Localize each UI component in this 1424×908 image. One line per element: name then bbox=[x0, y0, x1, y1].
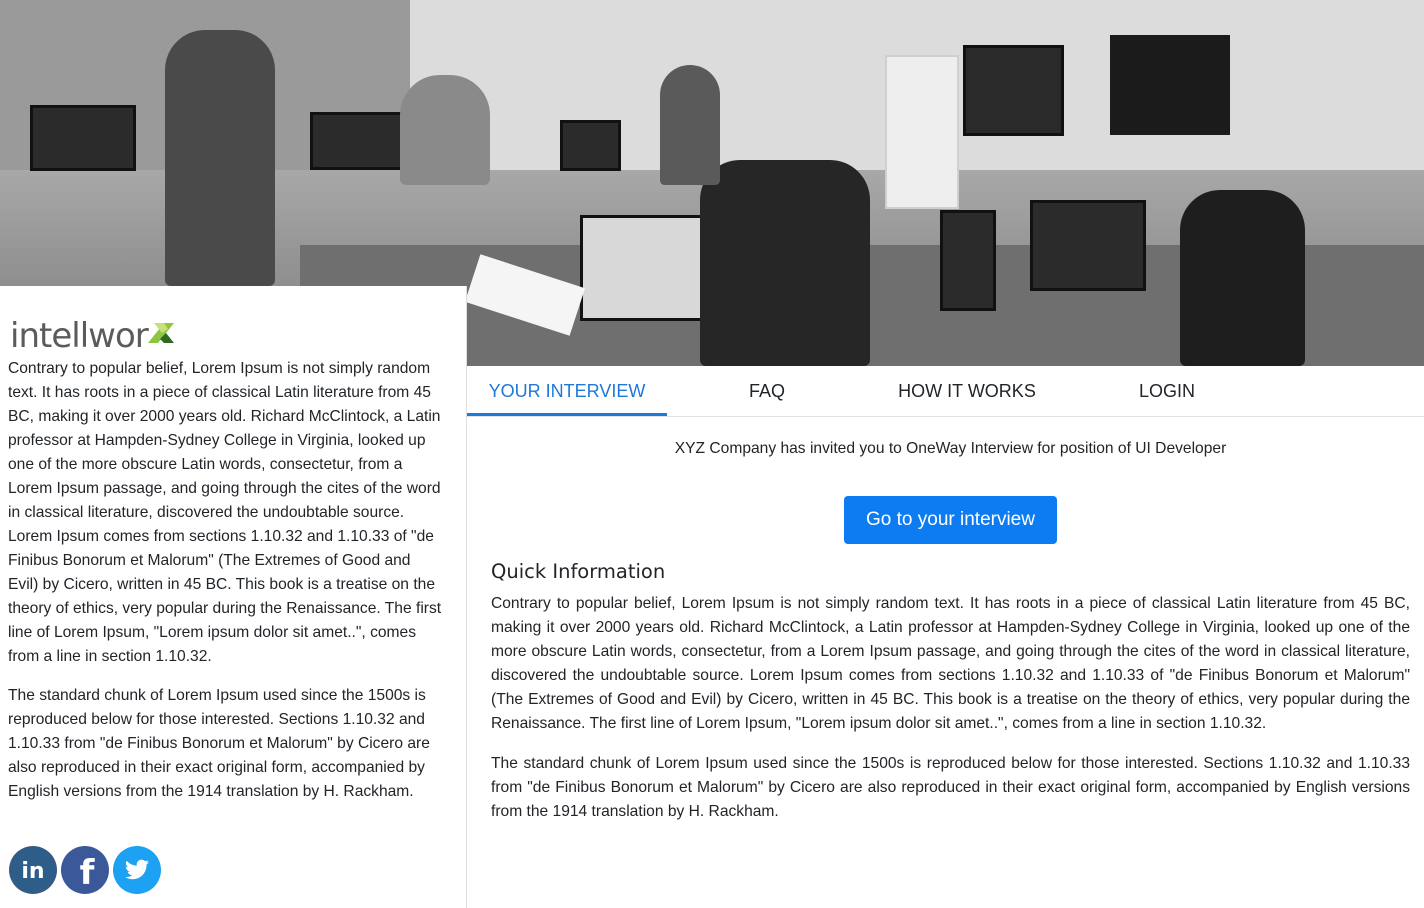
left-paragraph: The standard chunk of Lorem Ipsum used s… bbox=[8, 687, 430, 800]
hero-monitor bbox=[30, 105, 136, 171]
social-links: in f bbox=[9, 846, 161, 894]
hero-monitor bbox=[940, 210, 996, 311]
hero-monitor bbox=[310, 112, 406, 170]
facebook-icon[interactable]: f bbox=[61, 846, 109, 894]
facebook-icon-glyph: f bbox=[62, 847, 108, 893]
brand-logo-text: intellwor bbox=[10, 316, 149, 356]
svg-text:in: in bbox=[21, 859, 44, 884]
linkedin-icon[interactable]: in bbox=[9, 846, 57, 894]
brand-logo[interactable]: intellwor bbox=[10, 316, 180, 356]
left-info-card: intellwor Contrary to popular belief, Lo… bbox=[0, 286, 467, 908]
quick-info-paragraph: The standard chunk of Lorem Ipsum used s… bbox=[491, 755, 1410, 820]
left-paragraph: Contrary to popular belief, Lorem Ipsum … bbox=[8, 360, 442, 665]
left-description: Contrary to popular belief, Lorem Ipsum … bbox=[8, 357, 442, 819]
linkedin-icon-glyph: in bbox=[10, 847, 56, 893]
invitation-text: XYZ Company has invited you to OneWay In… bbox=[674, 440, 1227, 457]
quick-information-body: Contrary to popular belief, Lorem Ipsum … bbox=[491, 592, 1410, 840]
hero-wall-monitor bbox=[963, 45, 1064, 136]
tab-how-it-works[interactable]: HOW IT WORKS bbox=[867, 366, 1067, 416]
twitter-icon[interactable] bbox=[113, 846, 161, 894]
tab-login[interactable]: LOGIN bbox=[1067, 366, 1267, 416]
hero-wall-tv bbox=[1110, 35, 1230, 135]
hero-person bbox=[165, 30, 275, 286]
tab-your-interview[interactable]: YOUR INTERVIEW bbox=[467, 366, 667, 416]
go-to-interview-button[interactable]: Go to your interview bbox=[844, 496, 1057, 544]
hero-monitor bbox=[560, 120, 621, 171]
quick-info-paragraph: Contrary to popular belief, Lorem Ipsum … bbox=[491, 595, 1410, 732]
brand-logo-mark-icon bbox=[147, 323, 174, 343]
hero-monitor bbox=[1030, 200, 1146, 291]
svg-text:f: f bbox=[80, 853, 96, 893]
hero-person bbox=[400, 75, 490, 185]
hero-person bbox=[1180, 190, 1305, 366]
twitter-icon-glyph bbox=[114, 847, 160, 893]
tab-faq[interactable]: FAQ bbox=[667, 366, 867, 416]
hero-person bbox=[700, 160, 870, 366]
main-nav-tabs: YOUR INTERVIEW FAQ HOW IT WORKS LOGIN bbox=[467, 366, 1424, 417]
hero-person bbox=[660, 65, 720, 185]
quick-information-title: Quick Information bbox=[491, 560, 666, 583]
hero-door bbox=[885, 55, 959, 209]
